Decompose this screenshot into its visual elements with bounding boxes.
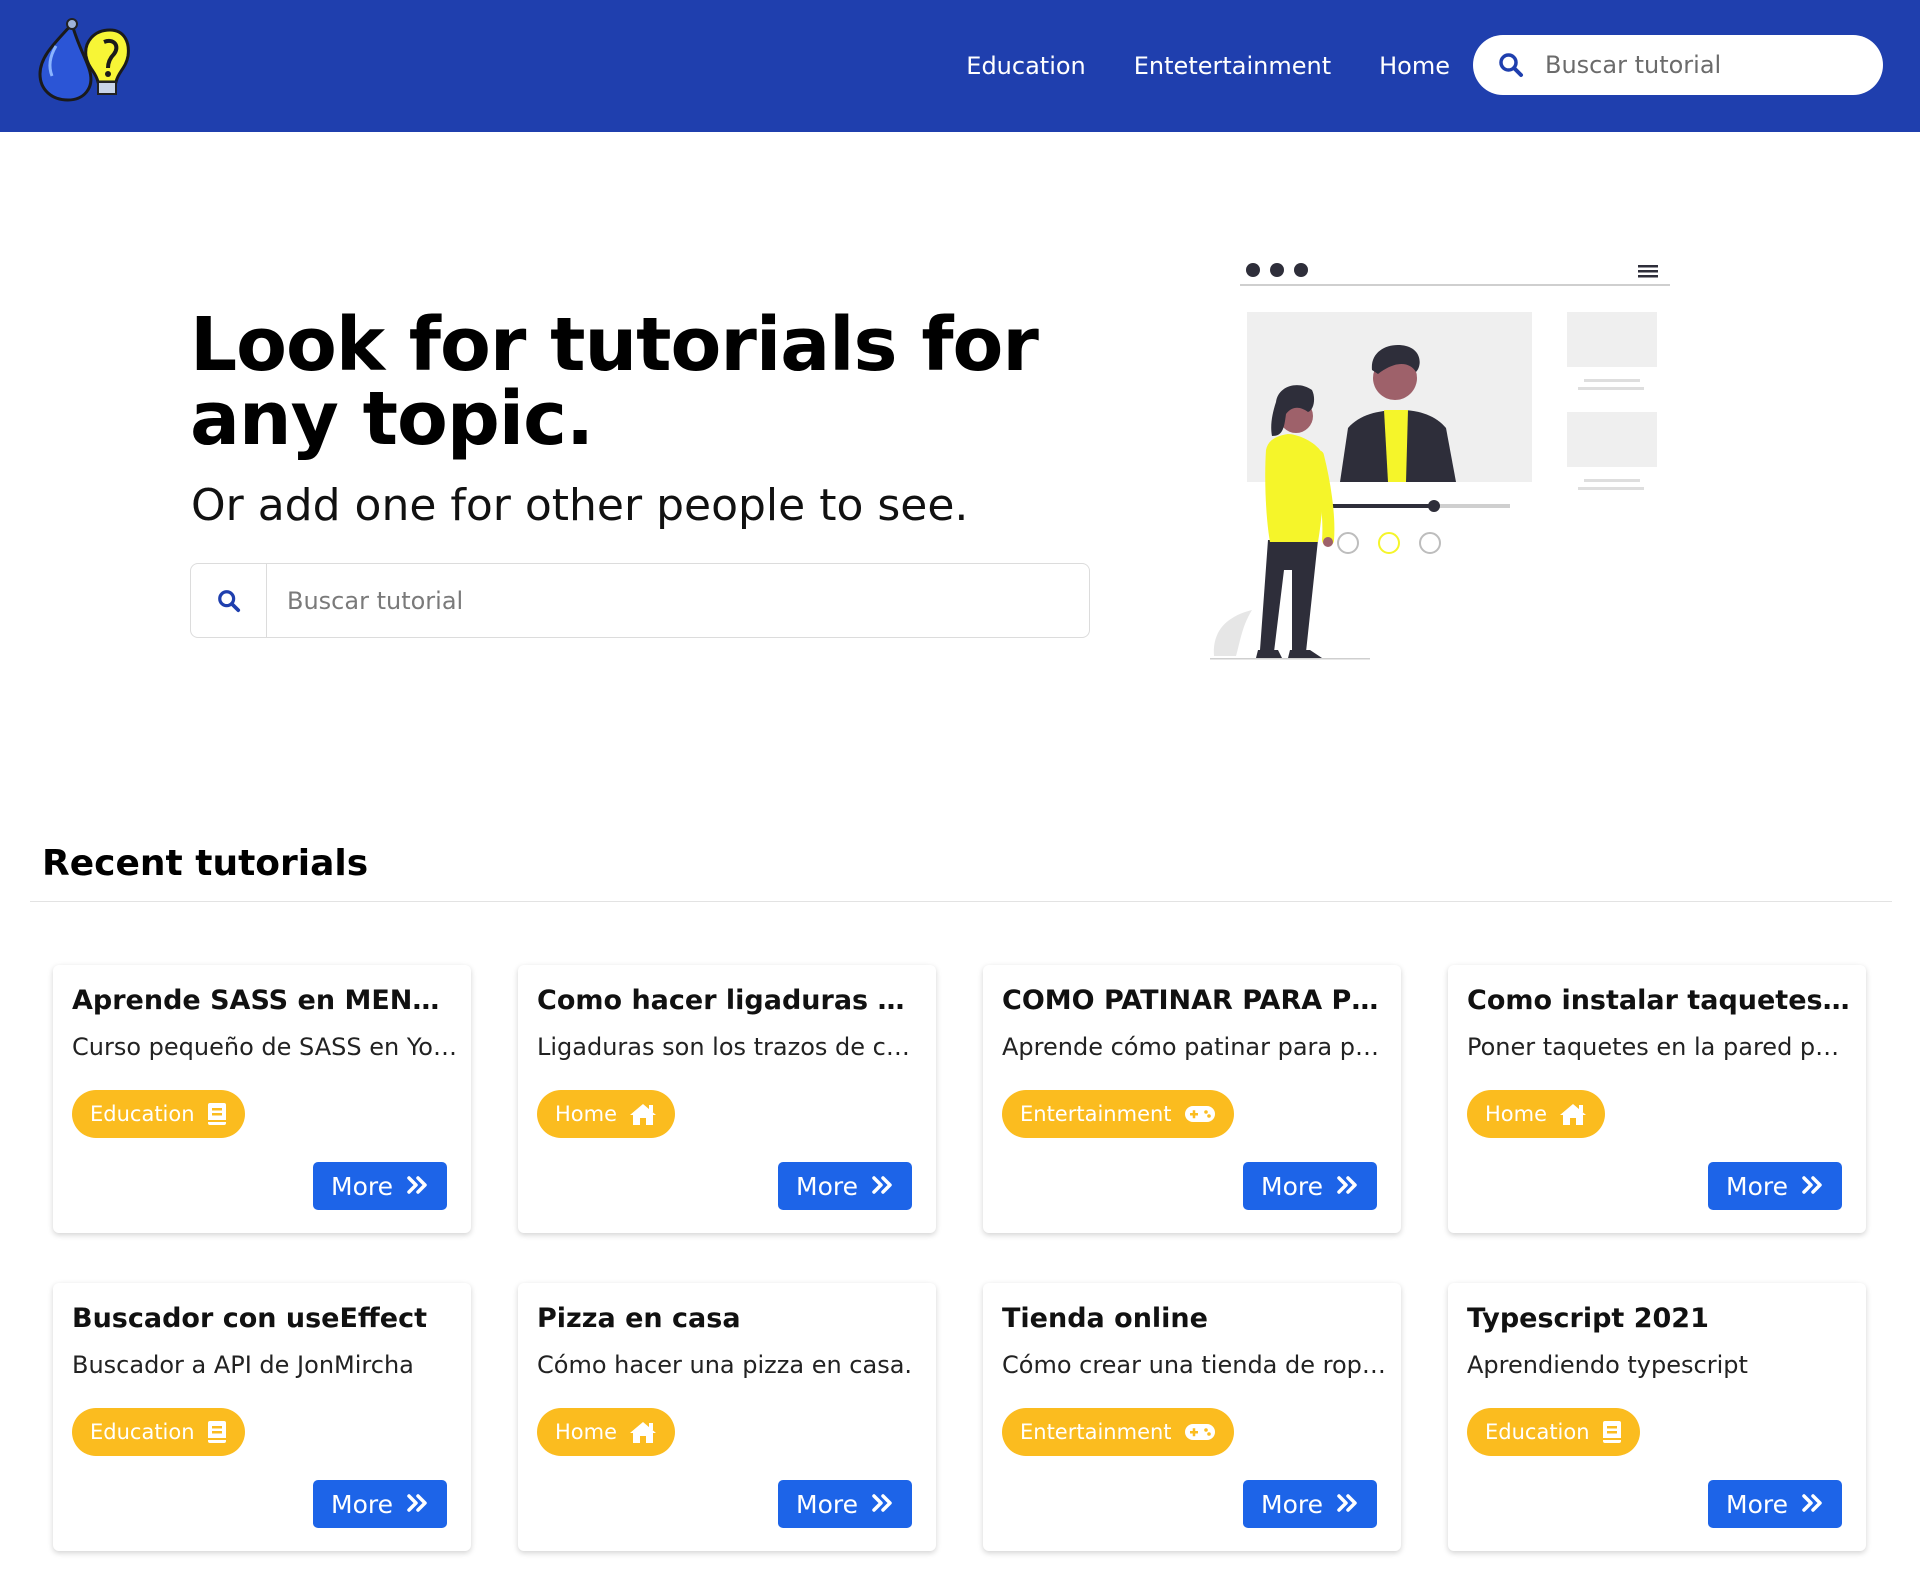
more-button[interactable]: More	[1708, 1162, 1842, 1210]
category-tag[interactable]: Education	[1467, 1408, 1640, 1456]
category-tag-label: Entertainment	[1020, 1420, 1172, 1444]
card-title: Como instalar taquetes para pared	[1467, 985, 1852, 1016]
recent-tutorials-heading: Recent tutorials	[42, 843, 369, 884]
card-title: Como hacer ligaduras en código	[537, 985, 922, 1016]
category-tag[interactable]: Entertainment	[1002, 1408, 1234, 1456]
navbar: Education Entetertainment Home	[0, 0, 1920, 132]
category-tag[interactable]: Home	[537, 1408, 676, 1456]
tutorial-card[interactable]: Como hacer ligaduras en código Ligaduras…	[518, 965, 936, 1233]
double-chevron-right-icon	[1802, 1490, 1824, 1519]
more-button-label: More	[796, 1489, 858, 1519]
card-description: Ligaduras son los trazos de conexión	[537, 1033, 922, 1061]
more-button-label: More	[1726, 1489, 1788, 1519]
category-tag-label: Education	[1485, 1420, 1590, 1444]
nav-link-education[interactable]: Education	[966, 52, 1085, 80]
more-button-label: More	[1726, 1171, 1788, 1201]
home-icon	[629, 1420, 657, 1444]
card-description: Poner taquetes en la pared para colgar	[1467, 1033, 1852, 1061]
card-description: Aprendiendo typescript	[1467, 1351, 1748, 1379]
category-tag-label: Education	[90, 1102, 195, 1126]
double-chevron-right-icon	[1802, 1172, 1824, 1201]
card-description: Cómo crear una tienda de ropa online	[1002, 1351, 1387, 1379]
logo-lightbulbs-icon[interactable]	[34, 16, 136, 108]
search-icon	[191, 564, 267, 637]
category-tag[interactable]: Entertainment	[1002, 1090, 1234, 1138]
double-chevron-right-icon	[1337, 1172, 1359, 1201]
tutorial-card[interactable]: Typescript 2021 Aprendiendo typescript E…	[1448, 1283, 1866, 1551]
more-button[interactable]: More	[1708, 1480, 1842, 1528]
card-description: Cómo hacer una pizza en casa.	[537, 1351, 913, 1379]
category-tag[interactable]: Education	[72, 1090, 245, 1138]
card-title: Pizza en casa	[537, 1303, 741, 1334]
category-tag-label: Home	[1485, 1102, 1548, 1126]
category-tag[interactable]: Home	[1467, 1090, 1606, 1138]
hero-title: Look for tutorials for any topic.	[190, 302, 1039, 462]
double-chevron-right-icon	[872, 1490, 894, 1519]
tutorial-card[interactable]: COMO PATINAR PARA PRINCIPIANTES Aprende …	[983, 965, 1401, 1233]
category-tag-label: Entertainment	[1020, 1102, 1172, 1126]
double-chevron-right-icon	[1337, 1490, 1359, 1519]
home-icon	[1559, 1102, 1587, 1126]
card-title: Tienda online	[1002, 1303, 1208, 1334]
more-button-label: More	[331, 1171, 393, 1201]
category-tag[interactable]: Education	[72, 1408, 245, 1456]
search-icon	[1481, 35, 1541, 95]
tutorial-card[interactable]: Tienda online Cómo crear una tienda de r…	[983, 1283, 1401, 1551]
section-divider	[30, 901, 1892, 902]
more-button-label: More	[1261, 1171, 1323, 1201]
hero-search-input[interactable]	[267, 586, 1047, 615]
card-title: COMO PATINAR PARA PRINCIPIANTES	[1002, 985, 1387, 1016]
book-icon	[207, 1102, 227, 1126]
video-tutorial-illustration	[1200, 250, 1680, 690]
more-button[interactable]: More	[778, 1480, 912, 1528]
hero-search-box[interactable]	[190, 563, 1090, 638]
main-nav: Education Entetertainment Home	[966, 0, 1450, 132]
gamepad-icon	[1184, 1422, 1216, 1442]
more-button-label: More	[331, 1489, 393, 1519]
tutorial-card[interactable]: Aprende SASS en MENOS de 15 minutos Curs…	[53, 965, 471, 1233]
tutorial-card[interactable]: Pizza en casa Cómo hacer una pizza en ca…	[518, 1283, 936, 1551]
category-tag-label: Home	[555, 1420, 618, 1444]
more-button[interactable]: More	[313, 1480, 447, 1528]
card-description: Aprende cómo patinar para principiantes	[1002, 1033, 1387, 1061]
nav-link-entertainment[interactable]: Entetertainment	[1134, 52, 1331, 80]
nav-link-home[interactable]: Home	[1379, 52, 1450, 80]
book-icon	[1602, 1420, 1622, 1444]
category-tag-label: Education	[90, 1420, 195, 1444]
double-chevron-right-icon	[872, 1172, 894, 1201]
card-description: Curso pequeño de SASS en YouTube	[72, 1033, 457, 1061]
header-search-input[interactable]	[1545, 51, 1865, 79]
more-button[interactable]: More	[1243, 1480, 1377, 1528]
card-title: Buscador con useEffect	[72, 1303, 428, 1334]
header-search-box[interactable]	[1473, 35, 1883, 95]
book-icon	[207, 1420, 227, 1444]
more-button[interactable]: More	[778, 1162, 912, 1210]
category-tag[interactable]: Home	[537, 1090, 676, 1138]
gamepad-icon	[1184, 1104, 1216, 1124]
tutorial-card[interactable]: Como instalar taquetes para pared Poner …	[1448, 965, 1866, 1233]
more-button-label: More	[1261, 1489, 1323, 1519]
card-description: Buscador a API de JonMircha	[72, 1351, 414, 1379]
more-button[interactable]: More	[1243, 1162, 1377, 1210]
card-title: Typescript 2021	[1467, 1303, 1709, 1334]
category-tag-label: Home	[555, 1102, 618, 1126]
hero-subtitle: Or add one for other people to see.	[191, 480, 969, 531]
tutorial-card[interactable]: Buscador con useEffect Buscador a API de…	[53, 1283, 471, 1551]
double-chevron-right-icon	[407, 1172, 429, 1201]
more-button-label: More	[796, 1171, 858, 1201]
double-chevron-right-icon	[407, 1490, 429, 1519]
more-button[interactable]: More	[313, 1162, 447, 1210]
card-title: Aprende SASS en MENOS de 15 minutos	[72, 985, 457, 1016]
home-icon	[629, 1102, 657, 1126]
